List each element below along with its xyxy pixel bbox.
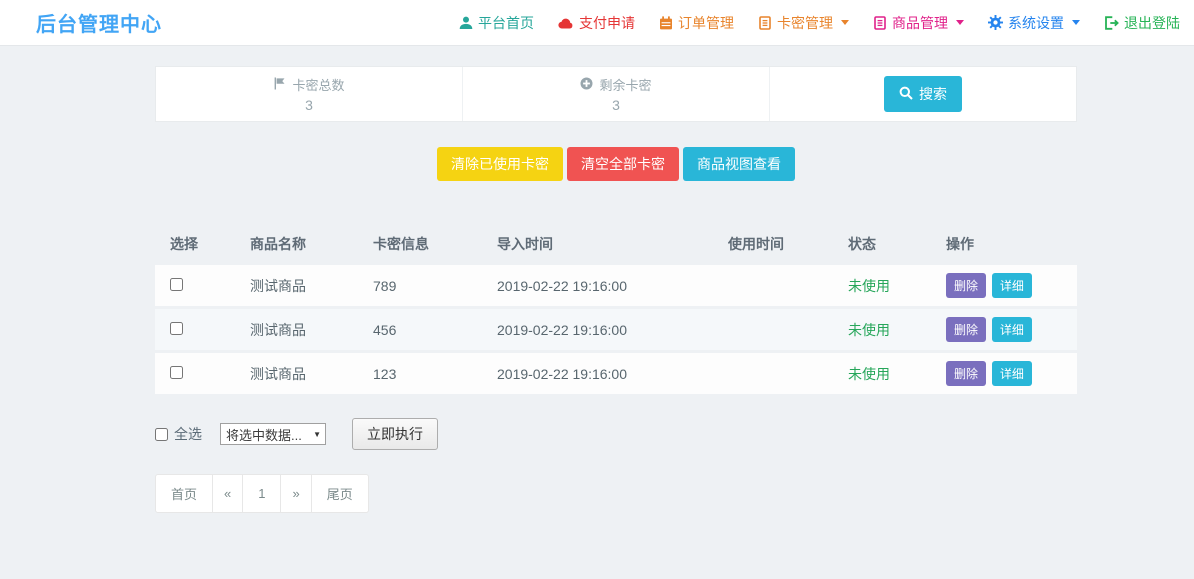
pagination-next[interactable]: » (281, 474, 311, 513)
col-status: 状态 (833, 226, 931, 262)
row-checkbox[interactable] (170, 278, 183, 291)
row-checkbox[interactable] (170, 322, 183, 335)
delete-button[interactable]: 删除 (946, 317, 986, 342)
main-nav: 平台首页 支付申请 订单管理 卡密管理 商品管理 系统设置 退出登陆 (459, 13, 1180, 33)
stat-label: 剩余卡密 (599, 75, 651, 94)
chevron-down-icon (956, 20, 964, 25)
use-time-cell (713, 309, 833, 350)
nav-item-product-management[interactable]: 商品管理 (873, 13, 964, 33)
detail-button[interactable]: 详细 (992, 361, 1032, 386)
nav-label: 支付申请 (579, 13, 635, 33)
plus-circle-icon (580, 77, 593, 93)
select-all-label: 全选 (174, 424, 202, 444)
logout-icon (1104, 16, 1119, 30)
import-time-cell: 2019-02-22 19:16:00 (482, 309, 713, 350)
stats-bar: 卡密总数 3 剩余卡密 3 搜索 (155, 66, 1077, 122)
top-navbar: 后台管理中心 平台首页 支付申请 订单管理 卡密管理 商品管理 系统设置 (0, 0, 1194, 46)
nav-label: 卡密管理 (777, 13, 833, 33)
product-name-cell: 测试商品 (235, 309, 358, 350)
product-name-cell: 测试商品 (235, 353, 358, 394)
select-all-checkbox[interactable] (155, 428, 168, 441)
row-checkbox[interactable] (170, 366, 183, 379)
table-row: 测试商品 123 2019-02-22 19:16:00 未使用 删除 详细 (155, 353, 1077, 394)
table-row: 测试商品 456 2019-02-22 19:16:00 未使用 删除 详细 (155, 309, 1077, 350)
pagination: 首页 « 1 » 尾页 (155, 474, 369, 513)
nav-item-payment-request[interactable]: 支付申请 (558, 13, 635, 33)
detail-button[interactable]: 详细 (992, 317, 1032, 342)
nav-label: 平台首页 (478, 13, 534, 33)
chevron-down-icon (1072, 20, 1080, 25)
col-operations: 操作 (931, 226, 1077, 262)
status-badge: 未使用 (848, 278, 890, 294)
table-header-row: 选择 商品名称 卡密信息 导入时间 使用时间 状态 操作 (155, 226, 1077, 262)
search-icon (899, 86, 913, 103)
col-product-name: 商品名称 (235, 226, 358, 262)
col-use-time: 使用时间 (713, 226, 833, 262)
stat-remaining-cards: 剩余卡密 3 (463, 67, 770, 121)
flag-icon (273, 77, 286, 93)
clear-used-cards-button[interactable]: 清除已使用卡密 (437, 147, 563, 181)
nav-label: 退出登陆 (1124, 13, 1180, 33)
use-time-cell (713, 265, 833, 306)
stat-search-cell: 搜索 (770, 67, 1076, 121)
status-badge: 未使用 (848, 322, 890, 338)
nav-item-order-management[interactable]: 订单管理 (659, 13, 734, 33)
nav-item-system-settings[interactable]: 系统设置 (988, 13, 1080, 33)
user-icon (459, 16, 473, 30)
select-caret-icon: ▼ (313, 430, 321, 439)
product-book-icon (873, 16, 887, 30)
key-info-cell: 456 (358, 309, 482, 350)
bulk-action-select-value: 将选中数据... (226, 425, 302, 444)
stat-value: 3 (305, 97, 313, 113)
card-list-icon (758, 16, 772, 30)
cloud-icon (558, 17, 574, 29)
product-view-button[interactable]: 商品视图查看 (683, 147, 795, 181)
product-name-cell: 测试商品 (235, 265, 358, 306)
stat-value: 3 (612, 97, 620, 113)
import-time-cell: 2019-02-22 19:16:00 (482, 353, 713, 394)
app-title[interactable]: 后台管理中心 (36, 8, 162, 37)
stat-label: 卡密总数 (292, 75, 344, 94)
pagination-last[interactable]: 尾页 (312, 474, 369, 513)
col-key-info: 卡密信息 (358, 226, 482, 262)
nav-label: 商品管理 (892, 13, 948, 33)
delete-button[interactable]: 删除 (946, 273, 986, 298)
search-button[interactable]: 搜索 (884, 76, 962, 112)
clear-all-cards-button[interactable]: 清空全部卡密 (567, 147, 679, 181)
stat-total-cards: 卡密总数 3 (156, 67, 463, 121)
nav-label: 系统设置 (1008, 13, 1064, 33)
delete-button[interactable]: 删除 (946, 361, 986, 386)
bulk-action-select[interactable]: 将选中数据... ▼ (220, 423, 326, 445)
gear-icon (988, 15, 1003, 30)
import-time-cell: 2019-02-22 19:16:00 (482, 265, 713, 306)
bulk-action-buttons: 清除已使用卡密 清空全部卡密 商品视图查看 (155, 147, 1077, 181)
nav-item-platform-home[interactable]: 平台首页 (459, 13, 534, 33)
bulk-controls: 全选 将选中数据... ▼ 立即执行 (155, 418, 1077, 450)
col-select: 选择 (155, 226, 235, 262)
table-row: 测试商品 789 2019-02-22 19:16:00 未使用 删除 详细 (155, 265, 1077, 306)
main-content: 卡密总数 3 剩余卡密 3 搜索 清除已使用卡密 清空全部卡密 商品视图查看 (155, 66, 1077, 513)
chevron-down-icon (841, 20, 849, 25)
execute-button[interactable]: 立即执行 (352, 418, 438, 450)
nav-item-card-key-management[interactable]: 卡密管理 (758, 13, 849, 33)
nav-item-logout[interactable]: 退出登陆 (1104, 13, 1180, 33)
detail-button[interactable]: 详细 (992, 273, 1032, 298)
key-info-cell: 789 (358, 265, 482, 306)
pagination-prev[interactable]: « (213, 474, 243, 513)
pagination-page-1[interactable]: 1 (243, 474, 281, 513)
card-key-table: 选择 商品名称 卡密信息 导入时间 使用时间 状态 操作 测试商品 789 20… (155, 223, 1077, 397)
use-time-cell (713, 353, 833, 394)
calendar-icon (659, 16, 673, 30)
status-badge: 未使用 (848, 366, 890, 382)
nav-label: 订单管理 (678, 13, 734, 33)
pagination-first[interactable]: 首页 (155, 474, 213, 513)
search-button-label: 搜索 (919, 84, 947, 104)
col-import-time: 导入时间 (482, 226, 713, 262)
key-info-cell: 123 (358, 353, 482, 394)
